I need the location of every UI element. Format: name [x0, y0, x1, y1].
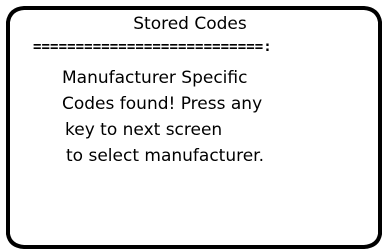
message-line: to select manufacturer.: [66, 146, 265, 166]
screen-title: Stored Codes: [133, 14, 247, 34]
title-separator: ===========================:: [33, 39, 272, 55]
message-line: key to next screen: [65, 120, 223, 140]
scan-tool-screen: Stored Codes ===========================…: [0, 0, 387, 252]
message-line: Codes found! Press any: [62, 94, 263, 114]
message-line: Manufacturer Specific: [62, 68, 248, 88]
